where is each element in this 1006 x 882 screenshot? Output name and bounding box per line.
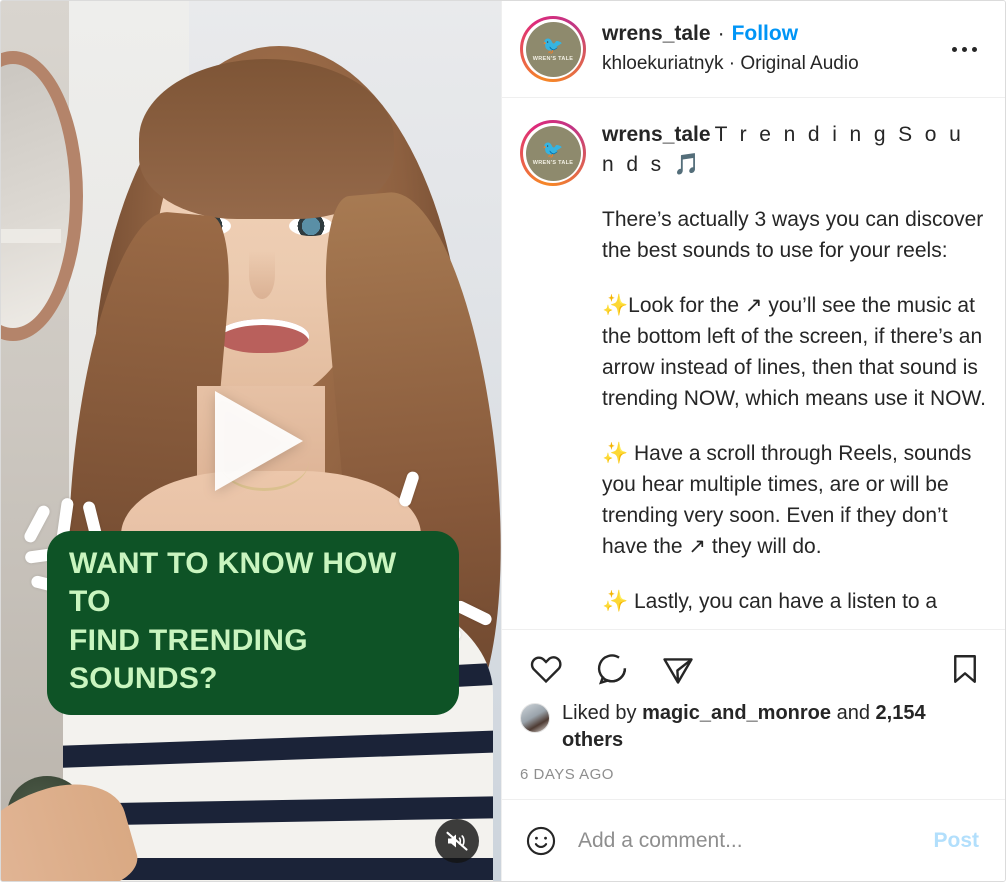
ellipsis-icon [962, 46, 967, 52]
nose [249, 251, 275, 299]
ellipsis-icon [972, 46, 977, 52]
save-button[interactable] [943, 647, 987, 691]
share-button[interactable] [652, 647, 704, 691]
overlay-line-1: WANT TO KNOW HOW TO [69, 547, 397, 619]
header-text: wrens_tale · Follow khloekuriatnyk · Ori… [602, 21, 940, 77]
comment-input[interactable] [562, 828, 926, 853]
follow-button[interactable]: Follow [732, 21, 799, 47]
play-icon[interactable] [215, 391, 303, 491]
caption-paragraph: ✨ Have a scroll through Reels, sounds yo… [602, 442, 972, 558]
mute-button[interactable] [435, 819, 479, 863]
comment-bar: Post [502, 799, 1005, 881]
action-bar: Liked by magic_and_monroe and 2,154 othe… [502, 629, 1005, 799]
header-subtitle[interactable]: khloekuriatnyk · Original Audio [602, 51, 940, 77]
caption-paragraph: ✨ Lastly, you can have a listen to a [602, 590, 938, 613]
liked-by-text: Liked by magic_and_monroe and 2,154 othe… [562, 700, 987, 754]
post-timestamp: 6 DAYS AGO [520, 766, 614, 783]
caption-title-line: wrens_tale T r e n d i n g S o u n d s 🎵 [602, 120, 987, 180]
eye-right [289, 216, 333, 236]
caption-scroll-area[interactable]: 🐦 WREN'S TALE wrens_tale T r e n d i n g … [502, 98, 1005, 629]
liker-avatar [520, 703, 550, 733]
post-header: 🐦 WREN'S TALE wrens_tale · Follow khloek… [502, 1, 1005, 98]
bird-icon: 🐦 [542, 139, 564, 159]
avatar-brand-text: WREN'S TALE [532, 55, 574, 62]
video-overlay-banner: WANT TO KNOW HOW TO FIND TRENDING SOUNDS… [47, 531, 459, 715]
caption-text: wrens_tale T r e n d i n g S o u n d s 🎵 … [602, 120, 987, 617]
avatar[interactable]: 🐦 WREN'S TALE [520, 16, 586, 82]
paper-plane-icon [663, 658, 693, 684]
bookmark-icon [954, 655, 976, 683]
caption-block: 🐦 WREN'S TALE wrens_tale T r e n d i n g … [520, 120, 987, 617]
more-options-button[interactable] [940, 35, 989, 64]
post-media[interactable]: WANT TO KNOW HOW TO FIND TRENDING SOUNDS… [1, 1, 501, 881]
caption-paragraph: There’s actually 3 ways you can discover… [602, 208, 984, 262]
overlay-line-2: FIND TRENDING SOUNDS? [69, 623, 308, 696]
action-icons-row [520, 644, 987, 694]
caption-paragraph: ✨Look for the ↗ you’ll see the music at … [602, 294, 986, 410]
header-separator: · [717, 22, 725, 45]
caption-avatar[interactable]: 🐦 WREN'S TALE [520, 120, 586, 186]
like-button[interactable] [520, 647, 572, 691]
shelf [1, 229, 61, 243]
heart-icon [530, 656, 562, 684]
header-username[interactable]: wrens_tale [602, 21, 711, 47]
mouth [217, 319, 309, 353]
liker-username[interactable]: magic_and_monroe [642, 702, 831, 724]
liked-by-row[interactable]: Liked by magic_and_monroe and 2,154 othe… [520, 700, 987, 754]
emoji-picker-button[interactable] [520, 820, 562, 862]
liked-by-prefix: Liked by [562, 702, 637, 724]
post-sidebar: 🐦 WREN'S TALE wrens_tale · Follow khloek… [501, 1, 1005, 881]
bird-icon: 🐦 [542, 35, 564, 55]
smiley-face-icon [526, 826, 556, 855]
ellipsis-icon [952, 46, 957, 52]
muted-speaker-icon [446, 831, 468, 851]
caption-username[interactable]: wrens_tale [602, 123, 711, 146]
comment-button[interactable] [586, 647, 638, 691]
avatar-brand-text: WREN'S TALE [532, 159, 574, 166]
post-comment-button[interactable]: Post [925, 821, 987, 861]
instagram-post: WANT TO KNOW HOW TO FIND TRENDING SOUNDS… [0, 0, 1006, 882]
liked-by-middle: and [836, 702, 870, 724]
comment-bubble-icon [597, 654, 627, 685]
